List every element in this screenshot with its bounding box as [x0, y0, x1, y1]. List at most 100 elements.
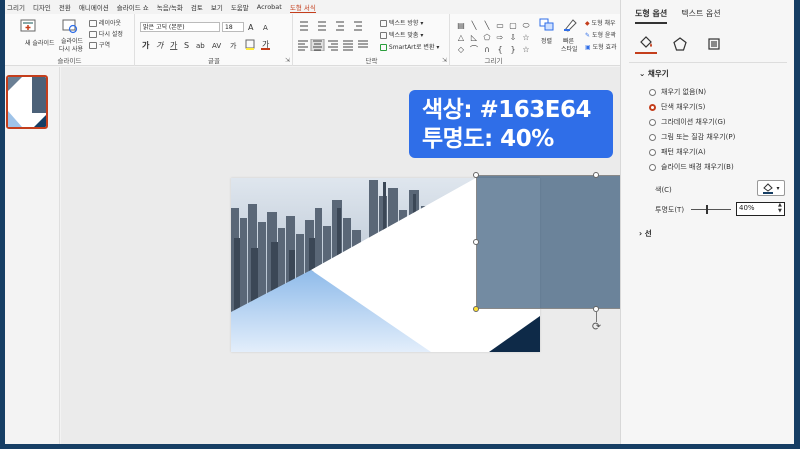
rounded-rect-shape-icon[interactable]: ▢: [507, 20, 519, 31]
star-shape-icon[interactable]: ☆: [520, 32, 532, 43]
line-shape-icon[interactable]: ╲: [468, 20, 480, 31]
callout-transparency-text: 투명도: 40%: [422, 126, 554, 152]
slide-thumbnail-pane: [5, 67, 60, 444]
arc-shape-icon[interactable]: ⌒: [468, 44, 480, 55]
tab-draw[interactable]: 그리기: [7, 2, 25, 12]
brace-right-shape-icon[interactable]: }: [507, 44, 519, 55]
fill-option-picture[interactable]: 그림 또는 질감 채우기(P): [649, 132, 735, 142]
line-section-header[interactable]: › 선: [639, 228, 652, 239]
effects-category[interactable]: [669, 34, 691, 54]
resize-handle-top-left[interactable]: [473, 172, 479, 178]
font-name-select[interactable]: 맑은 고딕 (본문): [140, 22, 220, 32]
grow-font-icon: AA: [248, 23, 268, 32]
fill-section-header[interactable]: ⌄ 채우기: [639, 68, 669, 79]
arrow-right-shape-icon[interactable]: ⇨: [494, 32, 506, 43]
quick-styles-icon: [564, 19, 577, 32]
line2-shape-icon[interactable]: ╲: [481, 20, 493, 31]
tab-record[interactable]: 녹음/녹화: [157, 2, 183, 12]
cube-shape-icon[interactable]: ◇: [455, 44, 467, 55]
radio-icon: [649, 163, 656, 171]
tab-text-options[interactable]: 텍스트 옵션: [681, 8, 720, 24]
reuse-slide-button[interactable]: [61, 18, 79, 36]
shape-effects-button[interactable]: ▣ 도형 효과: [585, 42, 617, 51]
shape-outline-button[interactable]: ✎ 도형 윤곽: [585, 30, 616, 39]
brace-left-shape-icon[interactable]: {: [494, 44, 506, 55]
fill-option-slide-background[interactable]: 슬라이드 배경 채우기(B): [649, 162, 734, 172]
pen-outline-icon: ✎: [585, 32, 591, 39]
chevron-down-icon: ▾: [776, 184, 780, 192]
arrange-button[interactable]: [539, 18, 555, 34]
list-buttons[interactable]: [296, 20, 376, 34]
fill-option-solid[interactable]: 단색 채우기(S): [649, 102, 705, 112]
transparency-slider-track[interactable]: [691, 209, 731, 210]
curve-shape-icon[interactable]: ∩: [481, 44, 493, 55]
tab-shape-format[interactable]: 도형 서식: [289, 2, 316, 13]
arrow-down-shape-icon[interactable]: ⇩: [507, 32, 519, 43]
font-group-label: 글꼴: [208, 57, 220, 65]
transparency-spinner-icon[interactable]: ▲ ▼: [778, 202, 782, 214]
quick-styles-button[interactable]: [563, 18, 579, 34]
align-text-button[interactable]: 텍스트 맞춤 ▾: [380, 30, 423, 39]
text-direction-icon: [380, 20, 387, 27]
slide-thumbnail-1[interactable]: [6, 75, 48, 129]
ribbon: 새 슬라이드 슬라이드 다시 사용 레이아웃 다시 설정 구역 슬라이드 맑은 …: [5, 14, 620, 66]
fill-color-picker[interactable]: ▾: [757, 180, 785, 196]
shape-fill-button[interactable]: ◆ 도형 채우: [585, 18, 616, 27]
tab-slideshow[interactable]: 슬라이드 쇼: [117, 2, 149, 12]
tab-acrobat[interactable]: Acrobat: [257, 3, 282, 11]
new-slide-label[interactable]: 새 슬라이드: [25, 38, 55, 47]
font-size-select[interactable]: 18: [222, 22, 244, 32]
right-triangle-shape-icon[interactable]: ◺: [468, 32, 480, 43]
smartart-button[interactable]: SmartArt로 변환 ▾: [380, 42, 439, 51]
font-format-buttons[interactable]: 가 가 가 S ab AV 가 가: [140, 39, 290, 53]
triangle-shape-icon[interactable]: △: [455, 32, 467, 43]
slide-thumbnail-preview: [8, 77, 46, 127]
tab-help[interactable]: 도움말: [231, 2, 249, 12]
transparency-slider-thumb[interactable]: [706, 205, 708, 214]
rotate-icon[interactable]: ⟳: [590, 320, 603, 333]
resize-handle-mid-left[interactable]: [473, 239, 479, 245]
text-box-shape-icon[interactable]: ▤: [455, 20, 467, 31]
paragraph-dialog-icon[interactable]: ⇲: [442, 57, 447, 64]
font-format-icons: 가 가 가 S ab AV 가 가: [142, 39, 270, 50]
paragraph-group-label: 단락: [365, 57, 378, 65]
svg-text:A: A: [248, 23, 254, 32]
align-buttons[interactable]: [296, 38, 380, 53]
font-dialog-icon[interactable]: ⇲: [285, 57, 290, 64]
resize-handle-top-mid[interactable]: [593, 172, 599, 178]
tab-review[interactable]: 검토: [191, 2, 203, 12]
fill-option-gradient[interactable]: 그라데이션 채우기(G): [649, 117, 726, 127]
shape-gallery[interactable]: ▤ ╲ ╲ ▭ ▢ ⬭ △ ◺ ⬠ ⇨ ⇩ ☆ ◇ ⌒ ∩ { } ☆: [455, 20, 533, 54]
pentagon-shape-icon[interactable]: ⬠: [481, 32, 493, 43]
reset-button[interactable]: 다시 설정: [89, 29, 123, 38]
tab-shape-options[interactable]: 도형 옵션: [635, 8, 668, 24]
tab-design[interactable]: 디자인: [33, 2, 51, 12]
fill-line-category[interactable]: [635, 34, 657, 54]
tab-view[interactable]: 보기: [211, 2, 223, 12]
slides-group-label: 슬라이드: [57, 57, 82, 65]
shape-cut-edge: [476, 175, 556, 309]
tab-animations[interactable]: 애니메이션: [79, 2, 109, 12]
oval-shape-icon[interactable]: ⬭: [520, 20, 532, 31]
radio-selected-icon: [649, 103, 656, 111]
fill-option-none[interactable]: 채우기 없음(N): [649, 87, 706, 97]
quick-styles-label-2: 스타일: [561, 46, 578, 53]
more-shapes-icon[interactable]: ☆: [520, 44, 532, 55]
tab-transitions[interactable]: 전환: [59, 2, 71, 12]
layout-button[interactable]: 레이아웃: [89, 18, 121, 27]
menu-tabs: 그리기 디자인 전환 애니메이션 슬라이드 쇼 녹음/녹화 검토 보기 도움말 …: [5, 0, 620, 14]
svg-text:A: A: [263, 24, 268, 32]
radio-icon: [649, 88, 656, 96]
resize-handle-bottom-left[interactable]: [473, 306, 479, 312]
size-properties-category[interactable]: [703, 34, 725, 54]
rect-shape-icon[interactable]: ▭: [494, 20, 506, 31]
grow-font-button[interactable]: AA: [248, 22, 278, 34]
svg-text:가: 가: [142, 40, 150, 50]
reuse-slide-icon: [62, 19, 78, 34]
text-direction-button[interactable]: 텍스트 방향 ▾: [380, 18, 423, 27]
section-icon: [89, 42, 97, 49]
align-icons: [298, 38, 368, 52]
new-slide-button[interactable]: [19, 18, 37, 36]
fill-option-pattern[interactable]: 패턴 채우기(A): [649, 147, 706, 157]
section-button[interactable]: 구역: [89, 40, 110, 49]
